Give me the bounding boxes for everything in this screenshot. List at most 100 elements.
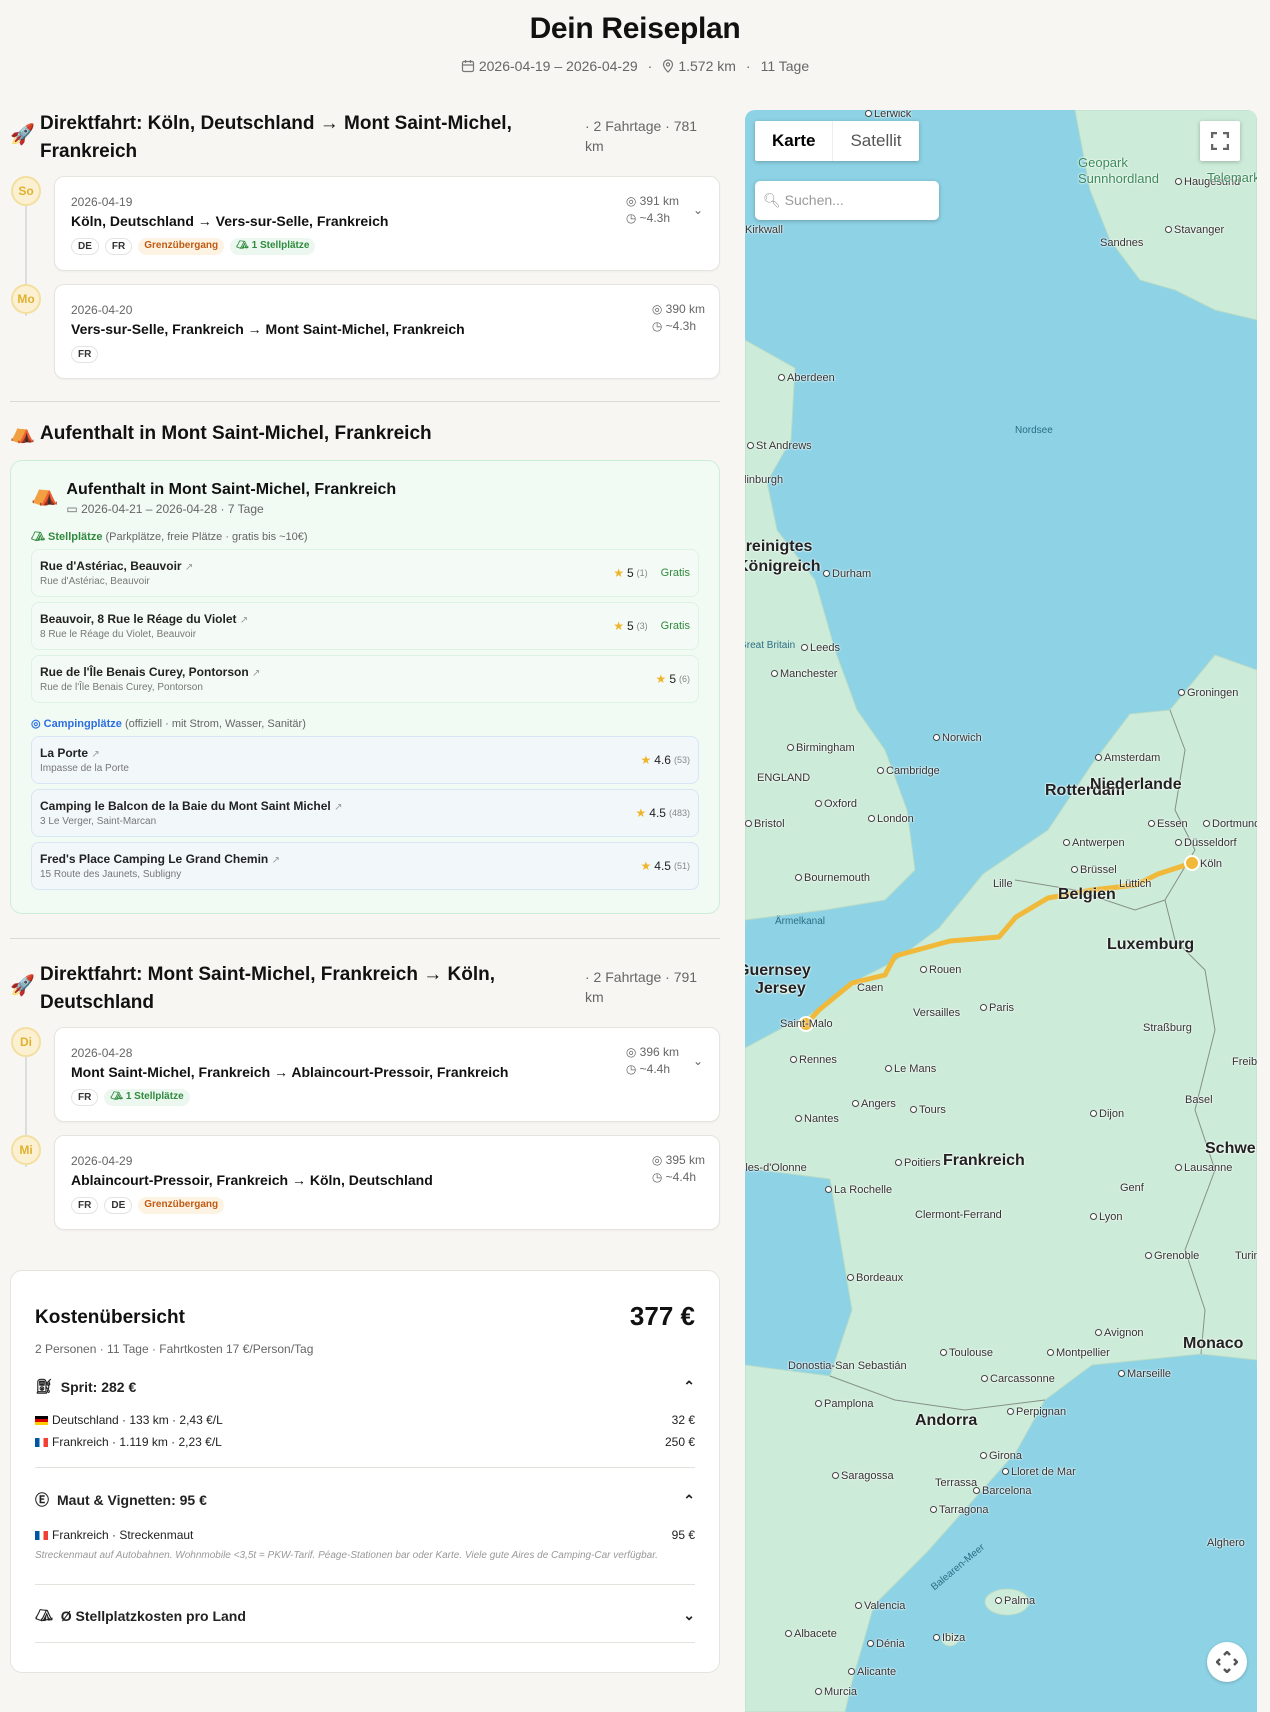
map-canvas bbox=[745, 110, 1257, 1712]
map-label-bristol: Bristol bbox=[745, 818, 785, 830]
tab-satellite[interactable]: Satellit bbox=[833, 121, 918, 161]
map-label-basel: Basel bbox=[1185, 1094, 1213, 1106]
section-header: 🚀 Direktfahrt: Köln, Deutschland → Mont … bbox=[10, 100, 720, 176]
place-name[interactable]: Beauvoir, 8 Rue le Réage du Violet bbox=[40, 612, 237, 626]
day-timeline: Di 2026-04-28 Mont Saint-Michel, Frankre… bbox=[10, 1027, 720, 1230]
search-icon: 🔍︎ bbox=[763, 192, 785, 208]
price-label: Gratis bbox=[660, 567, 690, 579]
page-header: Dein Reiseplan 2026-04-19 – 2026-04-29 ·… bbox=[0, 12, 1270, 74]
map-label-dijon: Dijon bbox=[1090, 1108, 1124, 1120]
map-label-uk2: Königreich bbox=[745, 558, 821, 575]
weekday-badge: So bbox=[11, 176, 41, 206]
place-address: Impasse de la Porte bbox=[40, 763, 129, 774]
route-marker-start[interactable] bbox=[1184, 855, 1200, 871]
day-card[interactable]: 2026-04-28 Mont Saint-Michel, Frankreich… bbox=[54, 1027, 720, 1122]
chevron-up-icon: ⌃ bbox=[683, 1378, 695, 1394]
external-link-icon[interactable]: ↗ bbox=[272, 855, 280, 866]
external-link-icon[interactable]: ↗ bbox=[240, 615, 248, 626]
day-stats: ◎ 395 km ◷ ~4.4h bbox=[651, 1153, 705, 1184]
external-link-icon[interactable]: ↗ bbox=[334, 802, 342, 813]
map-label-poitiers: Poitiers bbox=[895, 1157, 941, 1169]
place-item[interactable]: Rue d'Astériac, Beauvoir ↗ Rue d'Astériac… bbox=[31, 549, 699, 597]
fullscreen-button[interactable] bbox=[1200, 121, 1240, 161]
trip-distance: 1.572 km bbox=[678, 58, 736, 74]
stellplaetze-heading: ⛺︎ Stellplätze (Parkplätze, freie Plätze… bbox=[31, 531, 308, 543]
external-link-icon[interactable]: ↗ bbox=[252, 668, 260, 679]
map-label-tours: Tours bbox=[910, 1104, 946, 1116]
tab-map[interactable]: Karte bbox=[755, 121, 834, 161]
map-label-guernsey: Guernsey bbox=[745, 962, 811, 979]
place-item[interactable]: Beauvoir, 8 Rue le Réage du Violet ↗ 8 Ru… bbox=[31, 602, 699, 650]
star-icon: ★ bbox=[640, 753, 652, 767]
map-label-leeds: Leeds bbox=[801, 642, 840, 654]
cost-title: Kostenübersicht bbox=[35, 1307, 185, 1328]
map-type-toggle: Karte Satellit bbox=[755, 121, 919, 161]
country-tag: DE bbox=[104, 1197, 133, 1214]
weekday-badge: Mo bbox=[11, 284, 41, 314]
cost-row: Frankreich · 1.119 km · 2,23 €/L 250 € bbox=[35, 1435, 695, 1449]
place-item[interactable]: Camping le Balcon de la Baie du Mont Sai… bbox=[31, 789, 699, 837]
country-tag: FR bbox=[104, 238, 133, 255]
tent-icon: ⛺ bbox=[10, 422, 35, 444]
place-name[interactable]: Rue de l'Île Benais Curey, Pontorson bbox=[40, 665, 249, 679]
place-name[interactable]: Fred's Place Camping Le Grand Chemin bbox=[40, 852, 268, 866]
place-address: Rue d'Astériac, Beauvoir bbox=[40, 576, 150, 587]
trip-days: 11 Tage bbox=[760, 58, 810, 74]
map-label-london: London bbox=[868, 813, 914, 825]
star-icon: ★ bbox=[635, 806, 647, 820]
map-label-aberdeen: Aberdeen bbox=[778, 372, 835, 384]
map-label-stavanger: Stavanger bbox=[1165, 224, 1224, 236]
chevron-down-icon[interactable]: ⌄ bbox=[693, 1054, 703, 1068]
toll-note: Streckenmaut auf Autobahnen. Wohnmobile … bbox=[35, 1550, 658, 1561]
map-pan-control[interactable] bbox=[1207, 1642, 1247, 1682]
map-label-ibiza: Ibiza bbox=[933, 1632, 965, 1644]
map-label-belgien: Belgien bbox=[1058, 886, 1116, 903]
external-link-icon[interactable]: ↗ bbox=[185, 562, 193, 573]
map-label-kirkwall: Kirkwall bbox=[745, 224, 783, 236]
day-card[interactable]: 2026-04-29 Ablaincourt-Pressoir, Frankre… bbox=[54, 1135, 720, 1230]
place-name[interactable]: La Porte bbox=[40, 746, 88, 760]
map[interactable]: Lerwick Geopark Sunnhordland Haugesund Stav… bbox=[745, 110, 1257, 1712]
map-label-valencia: Valencia bbox=[855, 1600, 905, 1612]
star-icon: ★ bbox=[613, 619, 624, 633]
external-link-icon[interactable]: ↗ bbox=[91, 749, 99, 760]
price-label: Gratis bbox=[660, 620, 690, 632]
day-route: Ablaincourt-Pressoir, Frankreich → Köln,… bbox=[71, 1172, 433, 1188]
map-label-marseille: Marseille bbox=[1118, 1368, 1171, 1380]
toll-toggle[interactable]: Ⓔ Maut & Vignetten: 95 € ⌃ bbox=[35, 1490, 695, 1510]
map-label-saintmalo: Saint-Malo bbox=[780, 1018, 833, 1030]
map-label-lerwick: Lerwick bbox=[865, 110, 911, 120]
section-header: ⛺ Aufenthalt in Mont Saint-Michel, Frank… bbox=[10, 414, 720, 460]
stay-title: Aufenthalt in Mont Saint-Michel, Frankre… bbox=[66, 481, 397, 498]
place-rating: ★ 5 (6) bbox=[655, 672, 690, 686]
place-item[interactable]: Fred's Place Camping Le Grand Chemin ↗ 15… bbox=[31, 842, 699, 890]
map-label-murcia: Murcia bbox=[815, 1686, 857, 1698]
fuel-toggle[interactable]: ⛽︎ Sprit: 282 € ⌃ bbox=[35, 1378, 695, 1395]
flag-fr-icon bbox=[35, 1531, 48, 1540]
place-name[interactable]: Camping le Balcon de la Baie du Mont Sai… bbox=[40, 799, 331, 813]
place-item[interactable]: Rue de l'Île Benais Curey, Pontorson ↗ Ru… bbox=[31, 655, 699, 703]
day-route: Mont Saint-Michel, Frankreich → Ablainco… bbox=[71, 1064, 509, 1080]
map-label-sables: Les Sables-d'Olonne bbox=[745, 1162, 807, 1174]
divider bbox=[10, 938, 720, 939]
border-badge: Grenzübergang bbox=[138, 238, 225, 255]
pitch-toggle[interactable]: ⛺︎ Ø Stellplatzkosten pro Land ⌄ bbox=[35, 1607, 695, 1624]
map-label-luxemburg: Luxemburg bbox=[1107, 936, 1195, 953]
country-tag: FR bbox=[71, 1089, 99, 1106]
map-label-genf: Genf bbox=[1120, 1182, 1144, 1194]
place-name[interactable]: Rue d'Astériac, Beauvoir bbox=[40, 559, 182, 573]
place-item[interactable]: La Porte ↗ Impasse de la Porte ★ 4.6 (53) bbox=[31, 736, 699, 784]
map-label-lyon: Lyon bbox=[1090, 1211, 1122, 1223]
map-search-input[interactable]: 🔍︎ Suchen... bbox=[755, 181, 939, 220]
star-icon: ★ bbox=[613, 566, 624, 580]
day-card[interactable]: 2026-04-19 Köln, Deutschland → Vers-sur-… bbox=[54, 176, 720, 271]
map-label-donostia: Donostia-San Sebastián bbox=[788, 1360, 907, 1372]
map-label-rennes: Rennes bbox=[790, 1054, 837, 1066]
stellplatz-badge: ⛺︎ 1 Stellplätze bbox=[104, 1089, 190, 1106]
map-label-pamplona: Pamplona bbox=[815, 1398, 874, 1410]
map-label-clermont: Clermont-Ferrand bbox=[915, 1209, 1002, 1221]
day-card[interactable]: 2026-04-20 Vers-sur-Selle, Frankreich → … bbox=[54, 284, 720, 379]
map-label-lille: Lille bbox=[993, 878, 1013, 890]
map-label-perpignan: Perpignan bbox=[1007, 1406, 1066, 1418]
chevron-down-icon[interactable]: ⌄ bbox=[693, 203, 703, 217]
